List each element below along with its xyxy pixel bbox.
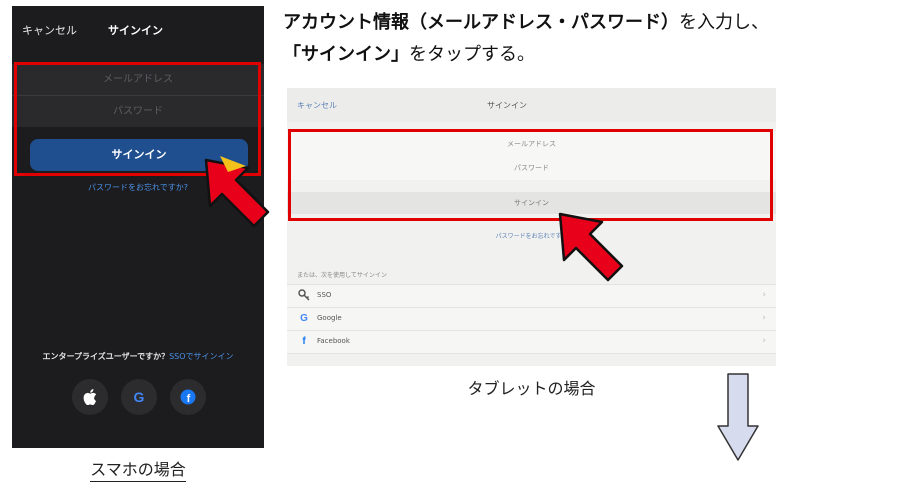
tablet-google-label: Google [317, 314, 342, 322]
tablet-sso-option[interactable]: SSO › [287, 284, 776, 307]
chevron-right-icon: › [762, 336, 766, 346]
google-signin-button[interactable]: G [121, 379, 157, 415]
tablet-facebook-option[interactable]: f Facebook › [287, 330, 776, 354]
phone-cancel-button[interactable]: キャンセル [22, 22, 77, 38]
instruction-line-1: アカウント情報（メールアドレス・パスワード）を入力し、 [283, 8, 769, 34]
key-icon [297, 289, 311, 303]
phone-enterprise-text: エンタープライズユーザーですか？SSOでサインイン [12, 351, 264, 362]
enterprise-prefix: エンタープライズユーザーですか？ [42, 352, 170, 361]
tablet-cancel-button[interactable]: キャンセル [297, 100, 337, 111]
tablet-caption: タブレットの場合 [467, 379, 596, 398]
phone-title: サインイン [108, 24, 163, 37]
tablet-sso-label: SSO [317, 291, 332, 299]
svg-text:f: f [187, 393, 191, 405]
tablet-google-option[interactable]: G Google › [287, 307, 776, 330]
google-icon: G [300, 313, 308, 324]
tablet-or-label: または、次を使用してサインイン [297, 272, 387, 279]
facebook-signin-button[interactable]: f [170, 379, 206, 415]
svg-text:G: G [134, 389, 145, 405]
instruction-2-rest: をタップする。 [409, 44, 535, 65]
phone-caption-text: スマホの場合 [90, 460, 186, 482]
instruction-2-bold: 「サインイン」 [283, 44, 409, 65]
instruction-line-2: 「サインイン」をタップする。 [283, 40, 535, 66]
phone-caption: スマホの場合 [12, 456, 264, 482]
facebook-icon: f [302, 336, 306, 347]
tablet-screenshot: キャンセル サインイン メールアドレス パスワード サインイン パスワードをお忘… [287, 88, 776, 366]
yellow-pointer [220, 156, 246, 172]
google-icon: G [134, 389, 145, 405]
apple-signin-button[interactable] [72, 379, 108, 415]
down-arrow [717, 373, 759, 461]
tablet-highlight-box [288, 129, 773, 221]
tablet-facebook-label: Facebook [317, 337, 350, 345]
apple-icon [83, 389, 97, 405]
facebook-icon: f [180, 389, 196, 405]
phone-topbar: キャンセル サインイン [12, 6, 264, 50]
tablet-topbar: キャンセル サインイン [287, 88, 776, 122]
instruction-1-bold: アカウント情報（メールアドレス・パスワード） [283, 12, 679, 33]
red-arrow [558, 212, 624, 282]
instruction-1-rest: を入力し、 [679, 12, 769, 33]
chevron-right-icon: › [762, 290, 766, 300]
tablet-forgot-password-link[interactable]: パスワードをお忘れですか [287, 231, 776, 240]
tablet-title: サインイン [487, 101, 527, 110]
sso-signin-link[interactable]: SSOでサインイン [169, 352, 233, 361]
chevron-right-icon: › [762, 313, 766, 323]
